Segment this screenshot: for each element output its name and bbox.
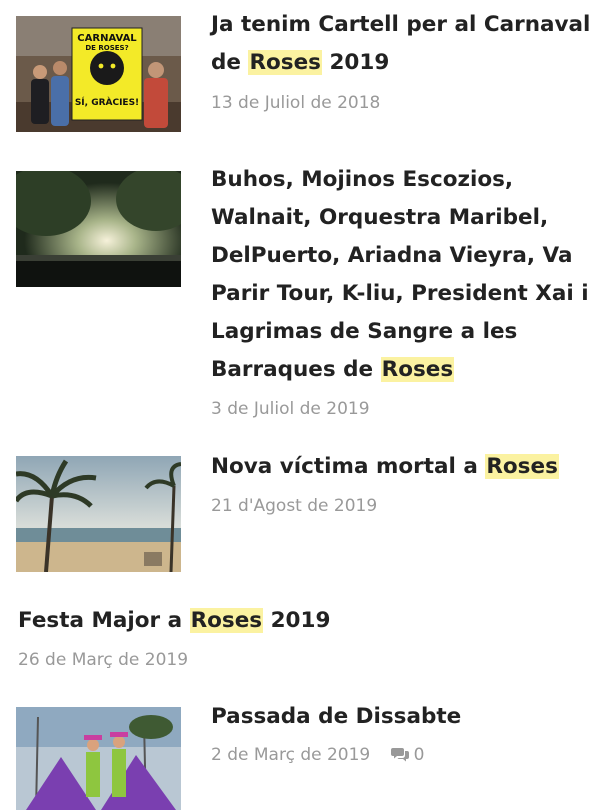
search-highlight: Roses <box>248 50 322 75</box>
article-thumbnail[interactable] <box>16 456 181 572</box>
carnival-parade-photo <box>16 707 181 810</box>
article-title[interactable]: Ja tenim Cartell per al Carnaval de Rose… <box>211 6 606 82</box>
title-text: Passada de Dissabte <box>211 704 462 729</box>
article-thumbnail[interactable] <box>16 171 181 287</box>
poster-text-2: DE ROSES? <box>85 44 128 52</box>
search-highlight: Roses <box>485 454 559 479</box>
article-date: 2 de Març de 2019 <box>211 745 371 765</box>
title-text: Nova víctima mortal a <box>211 454 486 479</box>
article-title[interactable]: Festa Major a Roses 2019 <box>18 602 598 640</box>
title-text-end: 2019 <box>263 608 331 633</box>
beach-palm-photo <box>16 456 181 572</box>
carnival-poster-photo: CARNAVAL DE ROSES? SÍ, GRÀCIES! <box>16 16 181 132</box>
article-title[interactable]: Passada de Dissabte <box>211 698 606 736</box>
search-highlight: Roses <box>380 357 455 382</box>
article-title[interactable]: Buhos, Mojinos Escozios, Walnait, Orques… <box>211 161 611 389</box>
article-date: 3 de Juliol de 2019 <box>211 399 370 419</box>
article-thumbnail[interactable] <box>16 707 181 810</box>
article-date: 21 d'Agost de 2019 <box>211 496 378 516</box>
article-thumbnail[interactable]: CARNAVAL DE ROSES? SÍ, GRÀCIES! <box>16 16 181 132</box>
speech-bubble-icon <box>390 748 409 762</box>
title-text: Buhos, Mojinos Escozios, Walnait, Orques… <box>211 167 589 382</box>
poster-text-1: CARNAVAL <box>77 33 137 44</box>
concert-crowd-photo <box>16 171 181 287</box>
poster-text-3: SÍ, GRÀCIES! <box>75 96 139 108</box>
article-meta: 2 de Març de 2019 0 <box>211 743 424 767</box>
search-highlight: Roses <box>189 608 264 633</box>
comments-link[interactable]: 0 <box>390 745 425 765</box>
article-date: 26 de Març de 2019 <box>18 650 189 670</box>
title-text: Festa Major a <box>18 608 190 633</box>
comment-count: 0 <box>413 745 425 765</box>
article-date: 13 de Juliol de 2018 <box>211 93 381 113</box>
title-text-end: 2019 <box>321 50 390 75</box>
article-title[interactable]: Nova víctima mortal a Roses <box>211 448 606 486</box>
